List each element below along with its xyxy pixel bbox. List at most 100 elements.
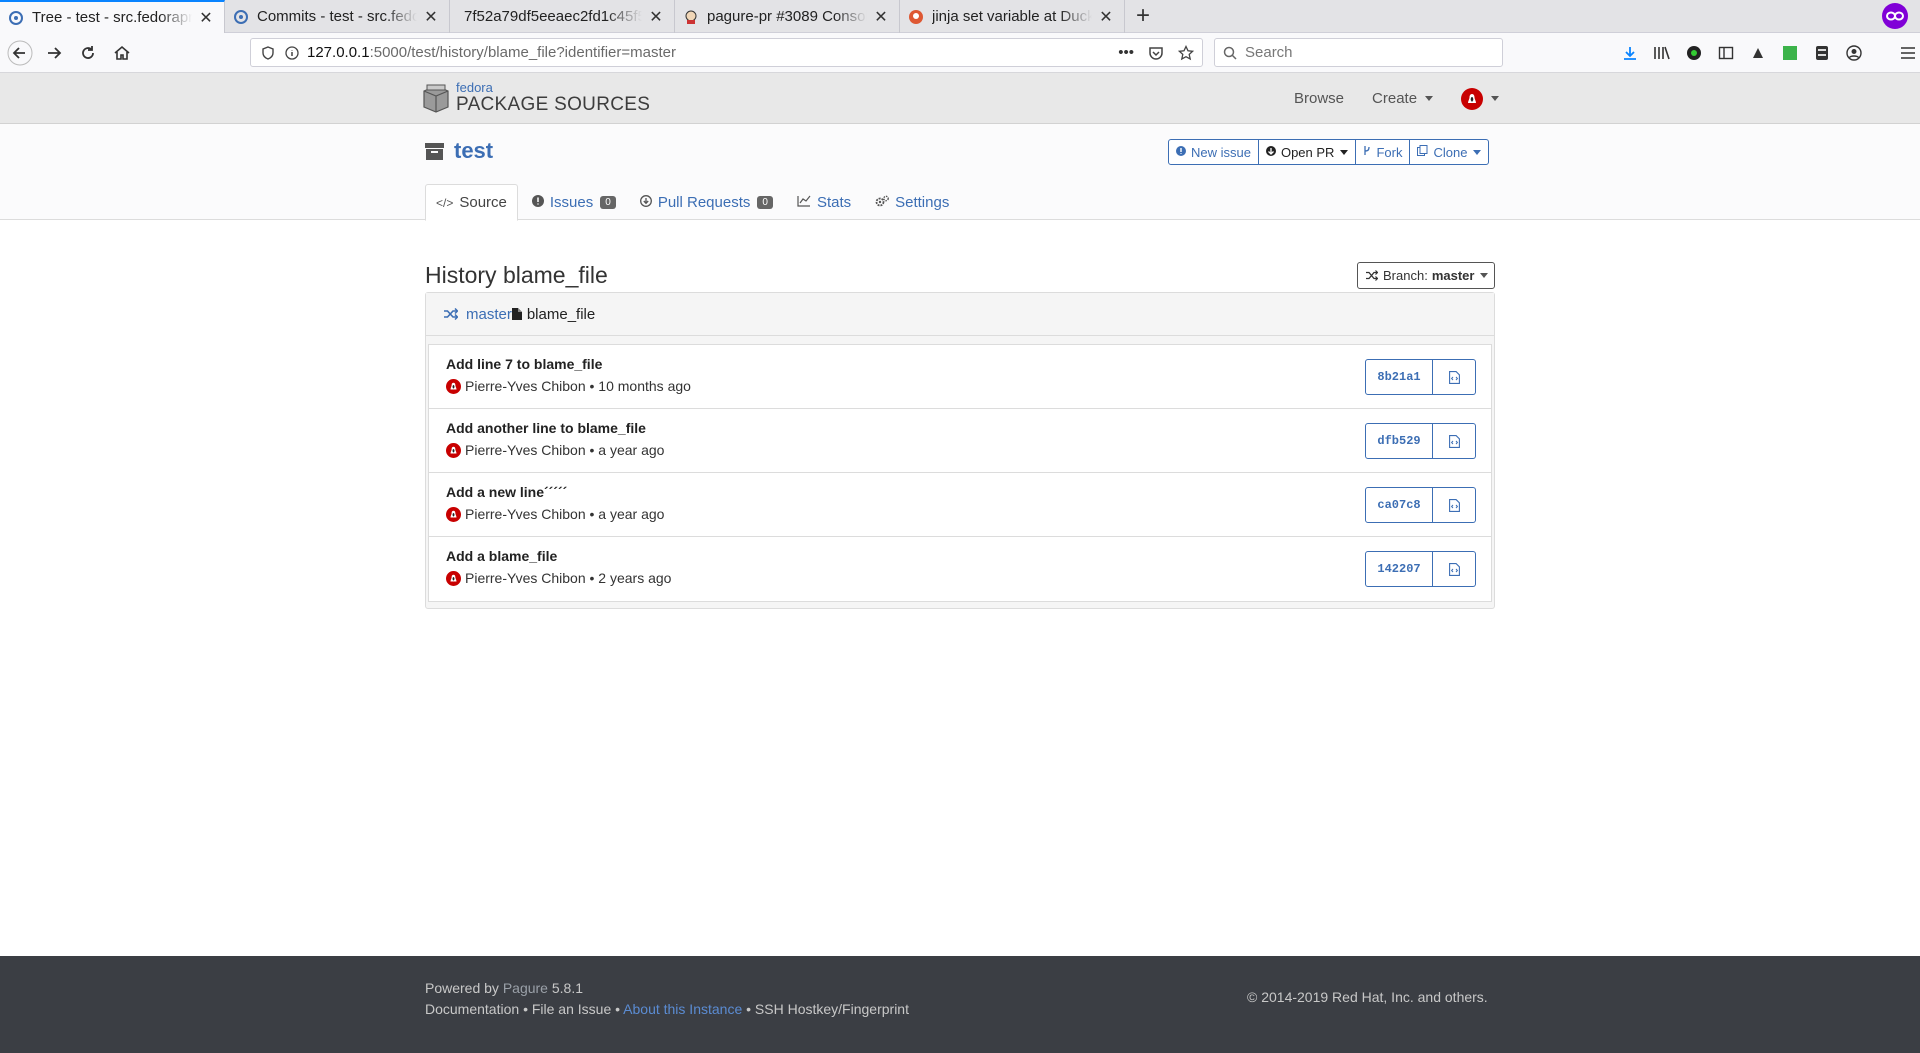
archive-icon [425, 142, 444, 160]
tab-stats[interactable]: Stats [787, 184, 861, 220]
commit-date: • a year ago [589, 442, 665, 458]
commit-hash-button[interactable]: ca07c8 [1365, 487, 1433, 523]
gears-icon [875, 195, 890, 210]
library-icon[interactable] [1652, 43, 1672, 63]
commit-hash-button[interactable]: dfb529 [1365, 423, 1433, 459]
open-pr-dropdown[interactable]: Open PR [1257, 139, 1357, 165]
new-tab-button[interactable]: + [1125, 0, 1161, 32]
clone-dropdown[interactable]: Clone [1409, 139, 1490, 165]
pocket-icon[interactable] [1148, 45, 1164, 61]
exclamation-circle-icon [1176, 145, 1186, 159]
branch-selector-dropdown[interactable]: Branch: master [1357, 262, 1495, 289]
download-icon[interactable] [1620, 43, 1640, 63]
hamburger-menu-icon[interactable] [1898, 43, 1918, 63]
home-icon[interactable] [106, 37, 138, 69]
extension-color-icon[interactable] [1684, 43, 1704, 63]
view-file-at-commit-button[interactable] [1433, 359, 1476, 395]
url-text[interactable]: 127.0.0.1:5000/test/history/blame_file?i… [307, 44, 676, 61]
new-issue-button[interactable]: New issue [1168, 139, 1259, 165]
tab-close-icon[interactable]: ✕ [1098, 7, 1114, 27]
commit-message[interactable]: Add another line to blame_file [446, 420, 646, 436]
nav-browse[interactable]: Browse [1294, 90, 1344, 107]
view-file-at-commit-button[interactable] [1433, 551, 1476, 587]
view-file-at-commit-button[interactable] [1433, 487, 1476, 523]
browser-tab-3[interactable]: 7f52a79df5eeaec2fd1c45f5e ✕ [450, 0, 675, 33]
pagure-link[interactable]: Pagure [503, 980, 548, 996]
pagure-favicon-icon [233, 9, 249, 25]
random-branch-icon [444, 308, 458, 320]
commit-date: • 10 months ago [589, 378, 691, 394]
info-icon[interactable] [285, 45, 299, 60]
view-file-at-commit-button[interactable] [1433, 423, 1476, 459]
reload-icon[interactable] [72, 37, 104, 69]
avatar [446, 442, 461, 458]
url-bar[interactable]: 127.0.0.1:5000/test/history/blame_file?i… [250, 38, 1203, 67]
commit-date: • 2 years ago [589, 570, 672, 586]
search-placeholder: Search [1245, 44, 1293, 61]
avatar [446, 378, 461, 394]
chevron-down-icon [1491, 96, 1500, 101]
browser-tab-4[interactable]: pagure-pr #3089 Console ✕ [675, 0, 900, 33]
private-browsing-icon [1882, 3, 1908, 29]
table-row: Add another line to blame_file Pierre-Yv… [429, 409, 1491, 473]
forward-icon[interactable] [38, 37, 70, 69]
tab-close-icon[interactable]: ✕ [198, 8, 214, 28]
site-logo[interactable]: fedora PACKAGE SOURCES [422, 81, 650, 114]
repo-name[interactable]: test [454, 138, 493, 164]
file-code-icon [1448, 562, 1460, 576]
commit-author[interactable]: Pierre-Yves Chibon [465, 570, 586, 586]
tab-title: Commits - test - src.fedoraproject.org [257, 8, 417, 25]
back-icon[interactable] [4, 37, 36, 69]
pagure-version: 5.8.1 [551, 980, 584, 996]
extension-green-icon[interactable] [1780, 43, 1800, 63]
page-title: History blame_file [425, 262, 608, 288]
shield-icon[interactable] [261, 45, 275, 60]
tab-title: pagure-pr #3089 Console [707, 8, 867, 25]
breadcrumb-branch-link[interactable]: master [466, 306, 512, 323]
tab-pull-requests[interactable]: Pull Requests 0 [630, 184, 783, 220]
documentation-link[interactable]: Documentation [425, 1001, 519, 1017]
page-actions-icon[interactable]: ••• [1118, 44, 1134, 61]
tab-settings[interactable]: Settings [865, 184, 959, 220]
user-menu-dropdown[interactable] [1461, 87, 1500, 110]
tab-close-icon[interactable]: ✕ [648, 7, 664, 27]
file-code-icon [1448, 498, 1460, 512]
account-icon[interactable] [1844, 43, 1864, 63]
copyright: © 2014-2019 Red Hat, Inc. and others. [1247, 989, 1488, 1005]
ssh-hostkey-link[interactable]: SSH Hostkey/Fingerprint [755, 1001, 909, 1017]
browser-search-input[interactable]: Search [1214, 38, 1503, 67]
about-instance-link[interactable]: About this Instance [623, 1001, 742, 1017]
pagure-favicon-icon [8, 10, 24, 26]
logo-fedora-text: fedora [456, 80, 493, 95]
site-footer: Powered by Pagure 5.8.1 Documentation • … [0, 956, 1920, 1053]
fork-button[interactable]: Fork [1355, 139, 1411, 165]
arrow-circle-icon [1265, 145, 1276, 159]
commit-hash-button[interactable]: 142207 [1365, 551, 1433, 587]
commit-message[interactable]: Add a new line´´´´´ [446, 484, 567, 500]
nav-create-dropdown[interactable]: Create [1372, 90, 1434, 107]
tab-close-icon[interactable]: ✕ [423, 7, 439, 27]
extension-puzzle-icon[interactable] [1748, 43, 1768, 63]
commit-author[interactable]: Pierre-Yves Chibon [465, 378, 586, 394]
commit-author[interactable]: Pierre-Yves Chibon [465, 442, 586, 458]
chevron-down-icon [1473, 149, 1482, 155]
browser-tab-1[interactable]: Tree - test - src.fedoraproject.org ✕ [0, 0, 225, 33]
commit-message[interactable]: Add a blame_file [446, 548, 557, 564]
tab-source[interactable]: </> Source [425, 184, 518, 221]
sidebar-icon[interactable] [1716, 43, 1736, 63]
commit-hash-button[interactable]: 8b21a1 [1365, 359, 1433, 395]
repo-actions: New issue Open PR Fork Clone [1168, 139, 1490, 165]
repo-title[interactable]: test [425, 138, 493, 164]
site-header: fedora PACKAGE SOURCES Browse Create [0, 73, 1920, 124]
tab-title: jinja set variable at DuckDuckGo [932, 8, 1092, 25]
extension-dark-icon[interactable] [1812, 43, 1832, 63]
tab-close-icon[interactable]: ✕ [873, 7, 889, 27]
browser-tab-2[interactable]: Commits - test - src.fedoraproject.org ✕ [225, 0, 450, 33]
bookmark-star-icon[interactable] [1178, 44, 1194, 61]
browser-tab-5[interactable]: jinja set variable at DuckDuckGo ✕ [900, 0, 1125, 33]
file-issue-link[interactable]: File an Issue [532, 1001, 611, 1017]
commit-message[interactable]: Add line 7 to blame_file [446, 356, 602, 372]
tab-issues[interactable]: Issues 0 [522, 184, 626, 220]
copy-icon [1417, 145, 1428, 159]
commit-author[interactable]: Pierre-Yves Chibon [465, 506, 586, 522]
